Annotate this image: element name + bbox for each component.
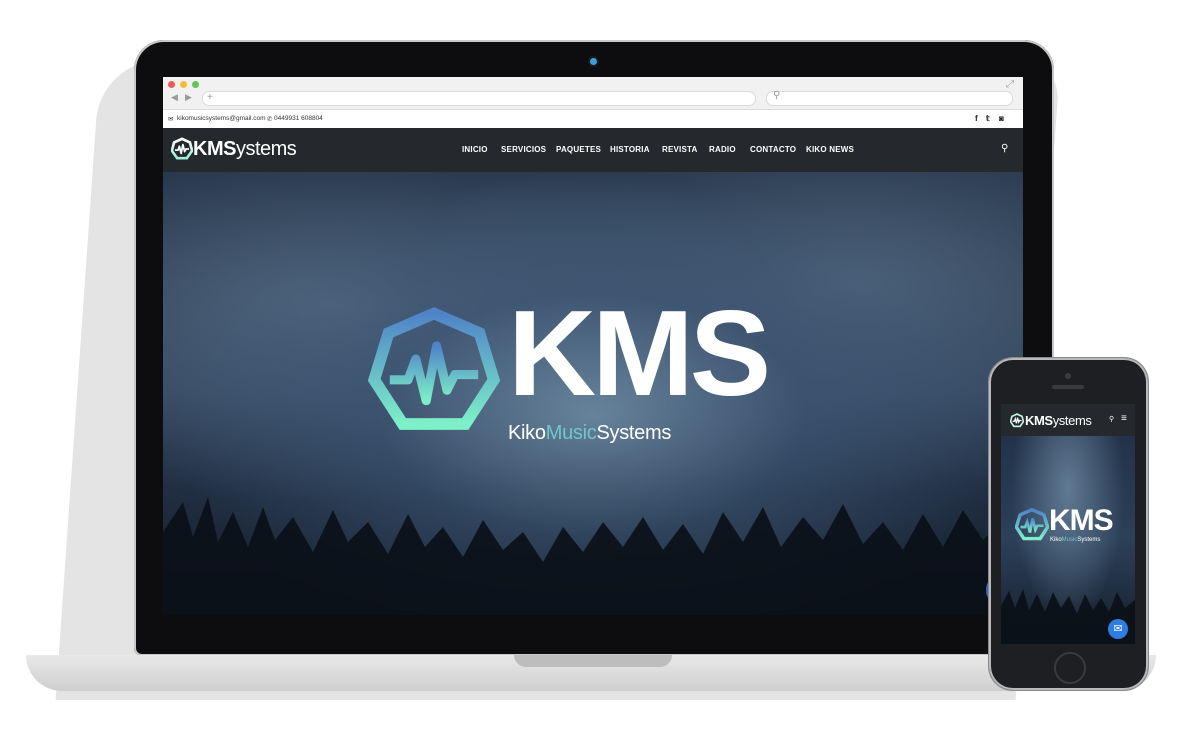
close-window-button[interactable] <box>168 81 175 88</box>
crowd-silhouette <box>163 497 1023 615</box>
contact-phone[interactable]: 0449931 608804 <box>274 115 323 122</box>
kms-emblem-icon <box>368 307 500 430</box>
hero-wordmark: KMS <box>508 285 771 421</box>
search-icon[interactable]: ⚲ <box>1001 143 1008 154</box>
laptop-camera <box>590 58 597 65</box>
phone-hero-tagline: KikoMusicSystems <box>1050 537 1101 543</box>
mail-icon: ✉ <box>168 116 174 123</box>
contact-email[interactable]: kikomusicsystems@gmail.com <box>177 115 266 122</box>
nav-item-revista[interactable]: REVISTA <box>662 145 697 154</box>
address-bar[interactable] <box>202 91 756 106</box>
hamburger-menu-icon[interactable]: ≡ <box>1121 413 1127 424</box>
kms-emblem-icon <box>1015 508 1049 541</box>
site-navbar: KMSystems INICIO SERVICIOS PAQUETES HIST… <box>163 128 1023 172</box>
phone-logo-text[interactable]: KMSystems <box>1025 413 1092 428</box>
nav-item-paquetes[interactable]: PAQUETES <box>556 145 601 154</box>
nav-item-historia[interactable]: HISTORIA <box>610 145 650 154</box>
browser-toolbar: ◀ ▶ + ⚲ ⤢ <box>163 77 1023 110</box>
phone-camera <box>1065 373 1071 379</box>
phone-navbar: KMSystems ⚲ ≡ <box>1001 404 1135 436</box>
laptop-notch <box>514 655 672 667</box>
minimize-window-button[interactable] <box>180 81 187 88</box>
new-tab-plus-icon[interactable]: + <box>207 91 213 104</box>
kms-logo-icon[interactable] <box>171 137 193 161</box>
nav-item-contacto[interactable]: CONTACTO <box>750 145 796 154</box>
messenger-icon[interactable]: ✉ <box>1108 619 1128 639</box>
phone-icon: ✆ <box>267 116 273 123</box>
hero-tagline: KikoMusicSystems <box>508 422 672 444</box>
phone-speaker <box>1052 385 1084 389</box>
maximize-window-button[interactable] <box>192 81 199 88</box>
kms-logo-icon[interactable] <box>1010 413 1024 428</box>
phone-screen: KMSystems ⚲ ≡ KMS KikoMusicSystems ✉ <box>1001 404 1135 644</box>
browser-search-field[interactable] <box>766 91 1013 106</box>
laptop-screen: ◀ ▶ + ⚲ ⤢ ✉ kikomusicsystems@gmail.com ✆… <box>163 77 1023 615</box>
instagram-icon[interactable]: ◙ <box>999 114 1004 123</box>
search-icon: ⚲ <box>773 90 781 101</box>
nav-item-inicio[interactable]: INICIO <box>462 145 488 154</box>
nav-item-servicios[interactable]: SERVICIOS <box>501 145 546 154</box>
hero-banner: KMS KikoMusicSystems <box>163 172 1023 615</box>
phone-hero-wordmark: KMS <box>1049 504 1114 537</box>
site-logo-text[interactable]: KMSystems <box>193 138 297 161</box>
nav-item-radio[interactable]: RADIO <box>709 145 736 154</box>
phone-home-button[interactable] <box>1054 652 1086 684</box>
forward-arrow-icon[interactable]: ▶ <box>185 92 192 103</box>
nav-item-kiko-news[interactable]: KIKO NEWS <box>806 145 854 154</box>
back-arrow-icon[interactable]: ◀ <box>171 92 178 103</box>
search-icon[interactable]: ⚲ <box>1109 415 1114 423</box>
twitter-icon[interactable]: 𝕥 <box>986 114 990 123</box>
contact-bar: ✉ kikomusicsystems@gmail.com ✆ 0449931 6… <box>163 110 1023 128</box>
facebook-icon[interactable]: f <box>975 114 978 123</box>
fullscreen-icon[interactable]: ⤢ <box>1006 79 1014 90</box>
